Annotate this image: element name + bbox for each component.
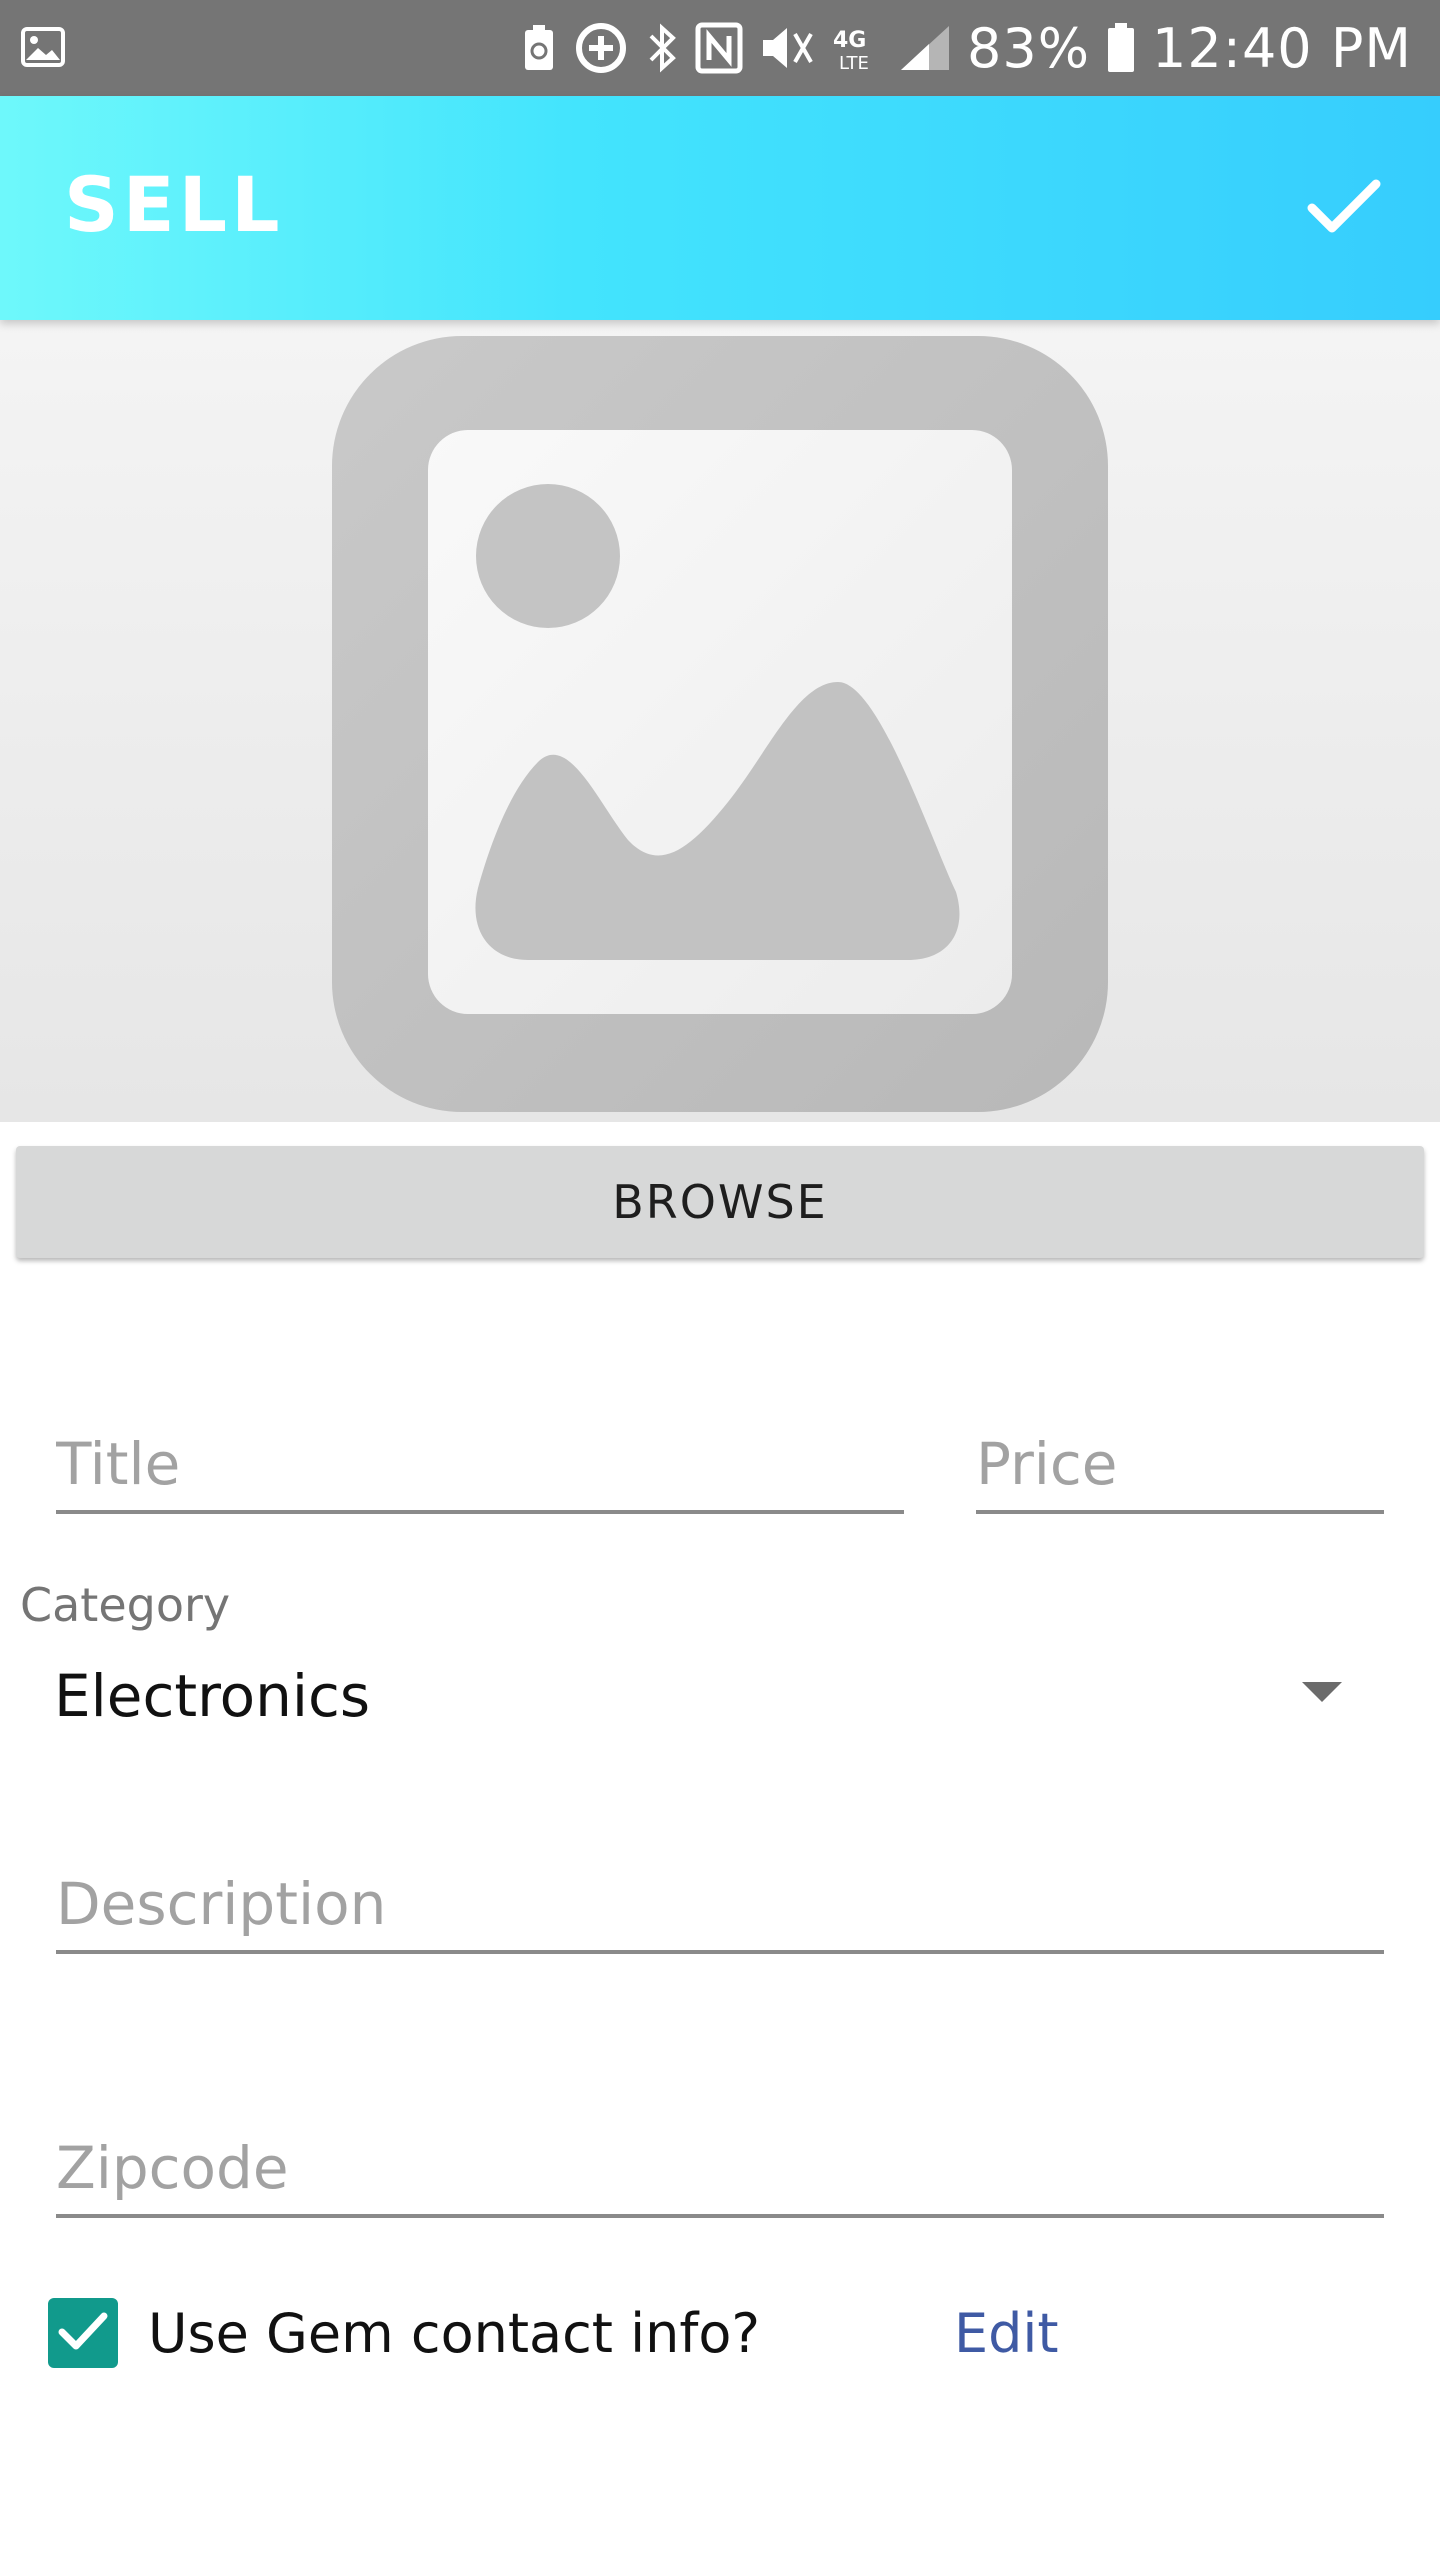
browse-button-label: BROWSE — [612, 1175, 828, 1229]
contact-info-checkbox[interactable] — [48, 2298, 118, 2368]
edit-contact-link[interactable]: Edit — [954, 2302, 1059, 2365]
title-input[interactable] — [56, 1430, 904, 1498]
vibrate-icon — [759, 22, 815, 74]
status-bar: 4G LTE 83% 12:40 PM — [0, 0, 1440, 96]
gallery-icon — [20, 24, 66, 70]
svg-text:LTE: LTE — [839, 53, 869, 73]
confirm-button[interactable] — [1296, 160, 1392, 256]
check-icon — [1304, 174, 1384, 242]
svg-text:4G: 4G — [833, 28, 866, 53]
category-label: Category — [20, 1578, 231, 1632]
title-field[interactable] — [56, 1390, 904, 1514]
lte-icon: 4G LTE — [831, 23, 883, 73]
category-dropdown[interactable]: Electronics — [40, 1640, 1380, 1752]
image-preview[interactable] — [0, 320, 1440, 1122]
app-bar: SELL — [0, 96, 1440, 320]
page-title: SELL — [64, 160, 284, 249]
battery-saver-icon — [521, 24, 557, 72]
contact-info-label: Use Gem contact info? — [148, 2302, 761, 2365]
zipcode-field[interactable] — [56, 2094, 1384, 2218]
dropdown-arrow-icon — [1300, 1680, 1344, 1708]
price-input[interactable] — [976, 1430, 1384, 1498]
price-field[interactable] — [976, 1390, 1384, 1514]
zipcode-input[interactable] — [56, 2134, 1384, 2202]
description-field[interactable] — [56, 1830, 1384, 1954]
description-input[interactable] — [56, 1870, 1384, 1938]
battery-percent: 83% — [967, 16, 1091, 80]
nfc-icon — [695, 22, 743, 74]
sell-screen: 4G LTE 83% 12:40 PM SELL BROWSE Title Pr… — [0, 0, 1440, 2560]
browse-button[interactable]: BROWSE — [16, 1146, 1424, 1258]
checkmark-icon — [57, 2310, 109, 2356]
battery-icon — [1106, 22, 1136, 74]
category-value: Electronics — [54, 1662, 371, 1730]
clock: 12:40 PM — [1152, 16, 1412, 80]
data-saver-icon — [573, 20, 629, 76]
image-placeholder-icon — [332, 336, 1108, 1112]
bluetooth-icon — [645, 22, 679, 74]
signal-icon — [899, 24, 951, 72]
status-icons: 4G LTE 83% 12:40 PM — [521, 0, 1412, 96]
